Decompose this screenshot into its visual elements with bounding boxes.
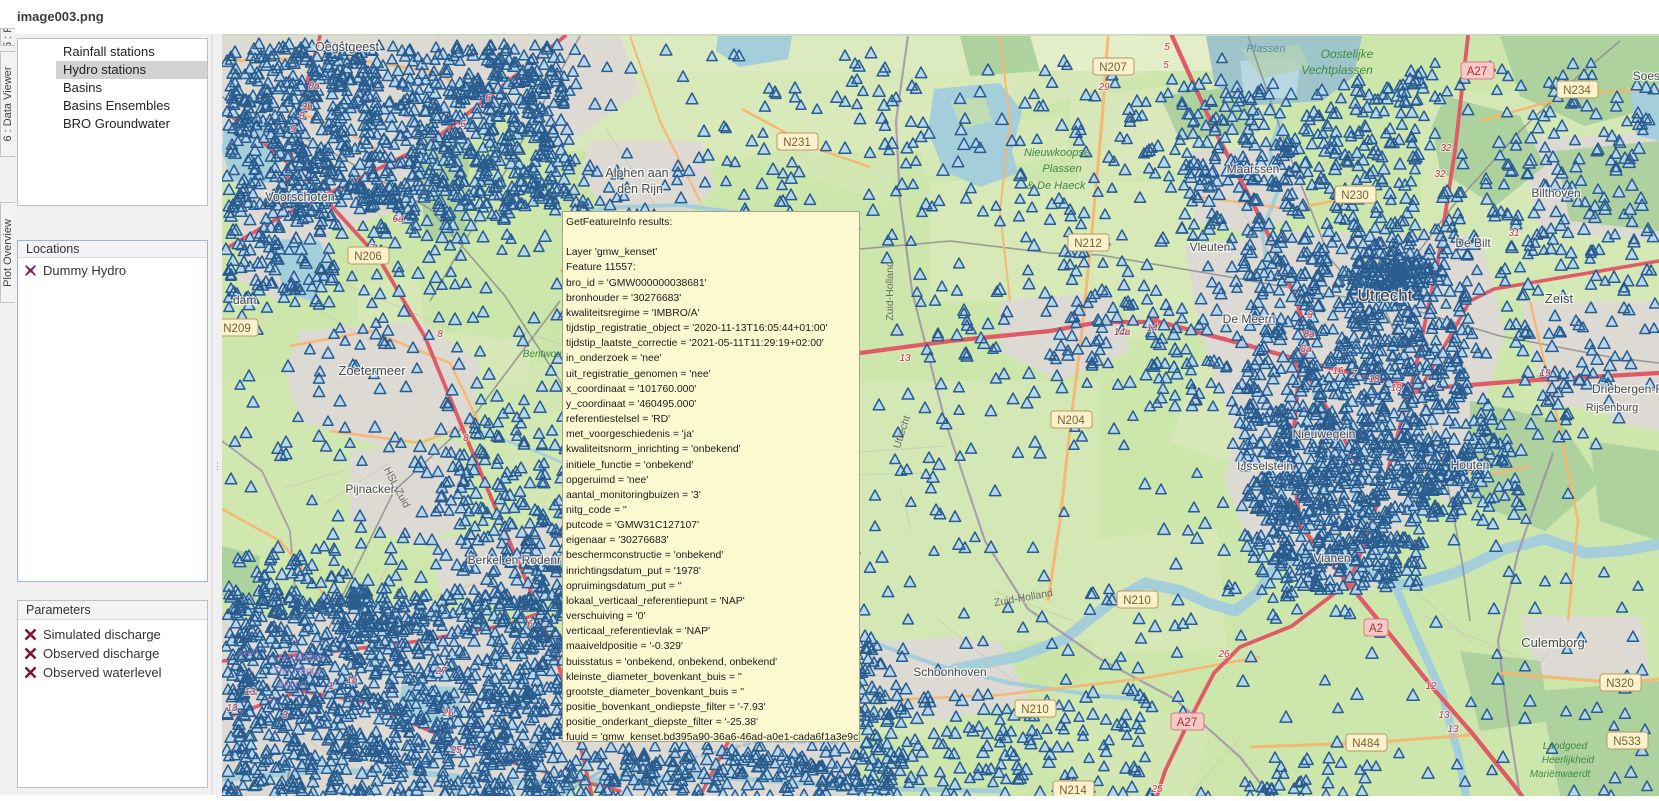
svg-text:Bentwoud: Bentwoud [523,349,568,360]
svg-text:7: 7 [1351,369,1357,380]
svg-text:A27: A27 [1467,66,1487,78]
svg-text:Oostelijke: Oostelijke [1321,47,1374,61]
svg-text:Zoetermeer: Zoetermeer [338,363,406,378]
svg-text:Voorschoten: Voorschoten [265,190,335,204]
svg-text:Landgoed: Landgoed [1543,741,1588,752]
svg-text:26: 26 [441,708,454,719]
svg-text:6: 6 [460,119,466,130]
svg-text:25: 25 [1150,784,1163,795]
svg-text:6a: 6a [392,214,404,225]
svg-text:N204: N204 [1057,415,1085,427]
svg-text:N206: N206 [354,251,382,263]
svg-text:31: 31 [1508,228,1519,239]
svg-text:6: 6 [485,93,491,104]
svg-text:8: 8 [1307,310,1313,321]
svg-text:8a: 8a [1300,344,1312,355]
svg-text:dam: dam [233,293,256,307]
svg-text:13: 13 [1447,724,1459,735]
svg-text:12: 12 [1425,681,1437,692]
svg-text:Driebergen-R: Driebergen-R [1592,382,1659,396]
svg-text:Maarssen: Maarssen [1227,162,1280,176]
svg-text:Plassen: Plassen [1042,163,1081,175]
svg-text:16: 16 [1332,366,1344,377]
svg-text:Mariënwaerdt: Mariënwaerdt [1530,769,1592,780]
svg-text:Airport: Airport [276,679,308,690]
svg-text:N214: N214 [1059,785,1087,796]
svg-text:Nieuwkoopse: Nieuwkoopse [1024,147,1090,159]
svg-text:19: 19 [1539,368,1551,379]
svg-text:9: 9 [290,124,296,135]
svg-text:Berkel en Rodenrijs: Berkel en Rodenrijs [468,553,573,567]
svg-text:8a: 8a [1303,329,1315,340]
svg-text:den Rijn: den Rijn [617,182,663,196]
svg-text:N234: N234 [1563,85,1591,97]
svg-text:Houten: Houten [1451,458,1490,472]
svg-text:✈: ✈ [291,639,300,650]
svg-text:26: 26 [1217,649,1230,660]
svg-text:N533: N533 [1613,736,1641,748]
svg-text:13: 13 [226,703,238,714]
svg-text:5: 5 [1163,60,1169,71]
svg-text:32: 32 [1434,169,1446,180]
svg-text:N209: N209 [223,323,251,335]
svg-text:Oegstgeest: Oegstgeest [315,40,379,54]
svg-text:5: 5 [1164,42,1170,53]
svg-text:N484: N484 [1352,738,1380,750]
svg-text:18: 18 [1390,383,1402,394]
svg-text:The Hague: The Hague [273,666,323,677]
svg-text:Zuid-Holland: Zuid-Holland [884,261,896,321]
svg-text:8: 8 [437,329,443,340]
svg-text:Zeist: Zeist [1545,291,1574,306]
svg-text:18: 18 [1368,374,1380,385]
svg-text:N230: N230 [1341,190,1369,202]
svg-text:8: 8 [463,433,469,444]
svg-text:Culemborg: Culemborg [1521,635,1585,650]
svg-text:13: 13 [1438,710,1450,721]
svg-text:De Bilt: De Bilt [1455,236,1491,250]
svg-text:Plassen: Plassen [1246,43,1285,55]
svg-text:27: 27 [434,666,447,677]
svg-text:Nieuwegein: Nieuwegein [1293,427,1356,441]
svg-text:N210: N210 [1021,704,1049,716]
svg-text:& De Haeck: & De Haeck [1027,180,1086,192]
svg-text:13: 13 [244,687,256,698]
svg-text:25: 25 [449,745,462,756]
svg-text:Vianen: Vianen [1313,551,1350,565]
svg-text:14: 14 [1146,323,1158,334]
svg-text:Bilthoven: Bilthoven [1531,186,1580,200]
svg-text:3: 3 [282,710,288,721]
svg-text:IJsselstein: IJsselstein [1237,459,1293,473]
svg-text:Soest: Soest [1633,69,1659,83]
svg-text:14a: 14a [1114,327,1131,338]
svg-text:N231: N231 [783,137,811,149]
svg-text:Vleuten: Vleuten [1190,240,1231,254]
svg-text:De Meern: De Meern [1223,312,1276,326]
svg-text:N212: N212 [1074,238,1102,250]
svg-text:32: 32 [1440,143,1452,154]
svg-text:Utrecht: Utrecht [1358,286,1413,305]
svg-text:13: 13 [899,353,911,364]
svg-text:Vechtplassen: Vechtplassen [1301,63,1373,77]
svg-text:1a: 1a [346,675,358,686]
svg-text:Heerlijkheid: Heerlijkheid [1542,755,1595,766]
svg-text:A27: A27 [1177,717,1197,729]
svg-text:6: 6 [527,619,533,630]
svg-text:8: 8 [299,111,305,122]
svg-text:Schoonhoven: Schoonhoven [913,665,986,679]
svg-text:Rotterdam: Rotterdam [279,653,326,664]
svg-text:Pijnacker: Pijnacker [345,482,394,496]
svg-text:Alphen aan: Alphen aan [605,166,668,180]
svg-text:N207: N207 [1099,62,1127,74]
svg-text:N320: N320 [1606,678,1634,690]
svg-text:N210: N210 [1123,595,1151,607]
svg-text:Rijsenburg: Rijsenburg [1586,402,1639,414]
svg-text:A2: A2 [1369,623,1383,635]
svg-text:29: 29 [1097,82,1110,93]
svg-text:8a: 8a [308,81,320,92]
svg-text:1: 1 [328,681,334,692]
